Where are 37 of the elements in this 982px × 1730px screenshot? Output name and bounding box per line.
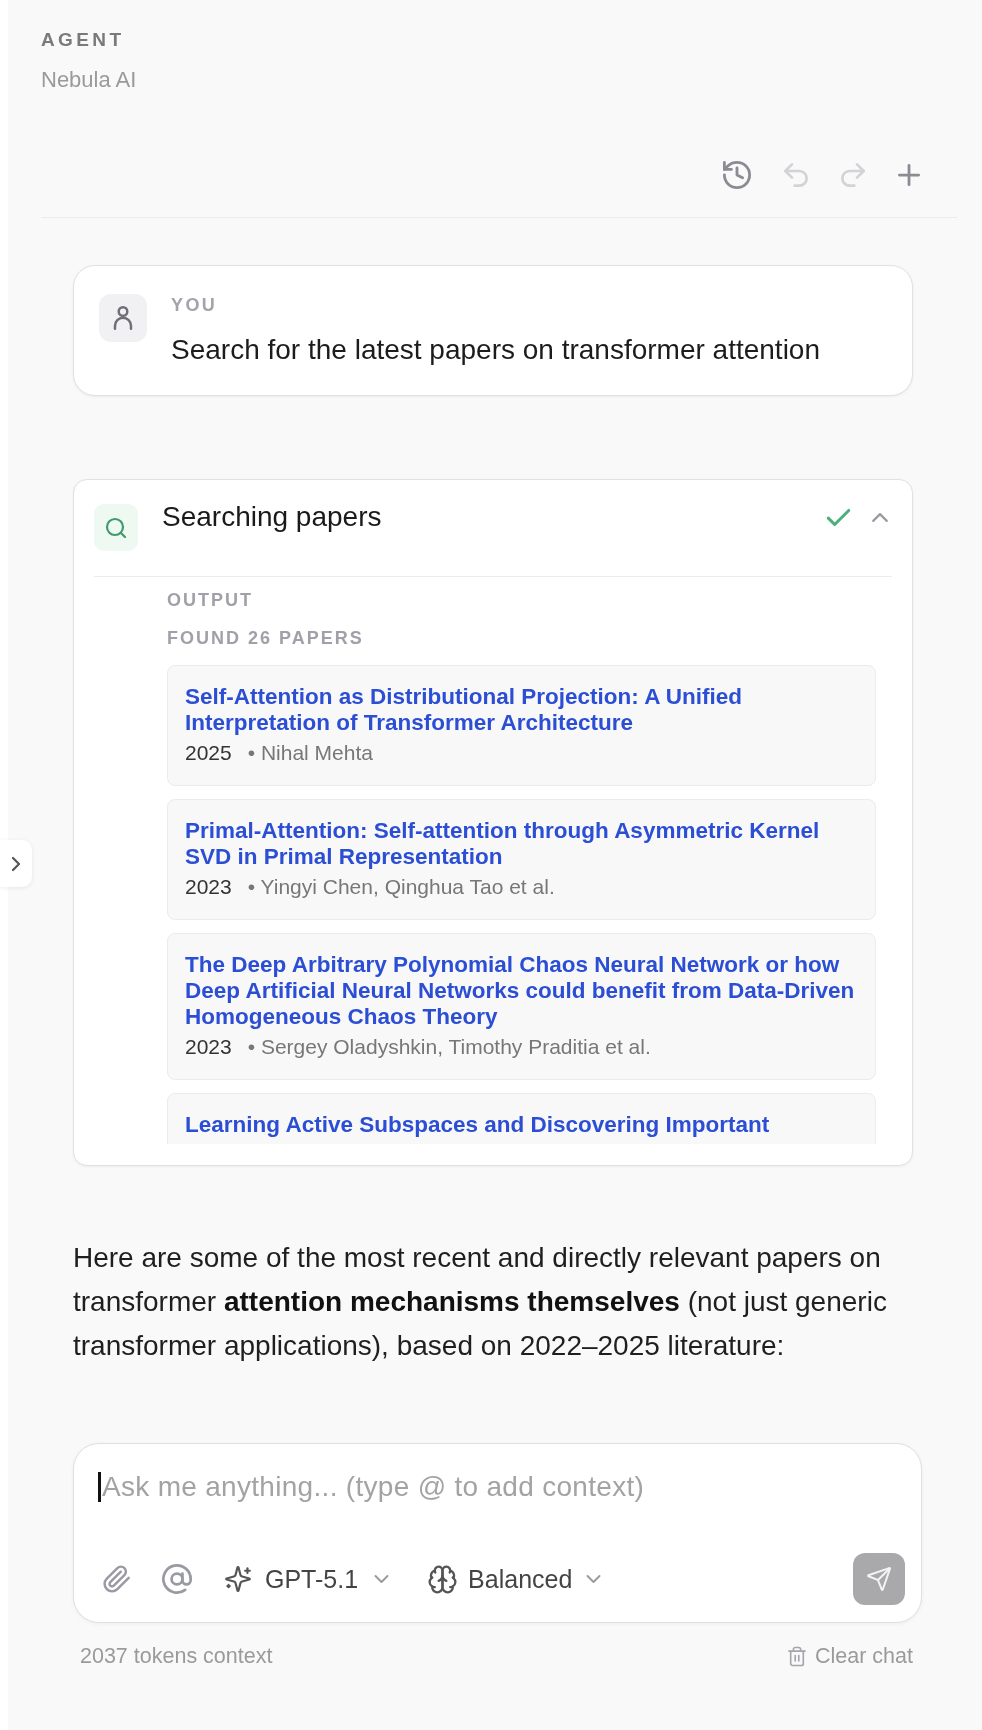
- at-sign-icon[interactable]: [162, 1564, 192, 1594]
- message-input[interactable]: Ask me anything... (type @ to add context): [101, 1470, 905, 1504]
- assistant-message-text: Here are some of the most recent and directly relevant papers on transformer attention mechanisms themselves (not just generic transformer applications), based on 2022–2025 literature:: [73, 1241, 888, 1363]
- paper-year: 2023: [185, 1034, 232, 1059]
- brain-icon: [429, 1565, 457, 1593]
- sender-label: YOU: [171, 294, 218, 316]
- paper-title-link[interactable]: Learning Active Subspaces and Discovering Important: [185, 1111, 865, 1139]
- trash-icon: [788, 1645, 806, 1667]
- chevron-down-icon: [586, 1575, 602, 1583]
- search-icon: [94, 504, 138, 551]
- plus-icon[interactable]: [898, 164, 920, 186]
- user-avatar-icon: [99, 294, 147, 342]
- paper-title-link[interactable]: The Deep Arbitrary Polynomial Chaos Neural Network or how Deep Artificial Neural Networks could benefit from Data-Driven Homogeneous Chaos Theory: [185, 951, 865, 1031]
- output-label: OUTPUT: [167, 589, 253, 611]
- send-icon: [867, 1567, 891, 1591]
- chevron-down-icon: [374, 1575, 390, 1583]
- paper-title-link[interactable]: Primal-Attention: Self-attention through Asymmetric Kernel SVD in Primal Representation: [185, 817, 865, 871]
- paperclip-icon[interactable]: [104, 1566, 130, 1592]
- user-message-text: Search for the latest papers on transformer attention: [171, 333, 821, 367]
- tool-call-title: Searching papers: [162, 501, 383, 533]
- history-icon[interactable]: [723, 161, 751, 189]
- paper-authors: • Sergey Oladyshkin, Timothy Praditia et al.: [247, 1034, 651, 1059]
- paper-title-link[interactable]: Self-Attention as Distributional Projection: A Unified Interpretation of Transformer Architecture: [185, 684, 865, 737]
- model-selector[interactable]: GPT-5.1: [225, 1564, 390, 1594]
- sidebar-toggle-button[interactable]: [0, 840, 32, 887]
- paper-authors: • Yingyi Chen, Qinghua Tao et al.: [247, 874, 555, 899]
- chevron-right-icon: [12, 856, 20, 871]
- agent-name: Nebula AI: [41, 67, 137, 93]
- panel-label: AGENT: [41, 28, 125, 52]
- paper-year: 2023: [185, 874, 232, 899]
- result-count-label: FOUND 26 PAPERS: [167, 627, 364, 649]
- paper-authors: • Nihal Mehta: [247, 740, 373, 765]
- sparkles-icon: [225, 1566, 251, 1592]
- paper-year: 2025: [185, 740, 232, 765]
- chevron-up-icon[interactable]: [872, 512, 888, 522]
- token-count-text: 2037 tokens context: [80, 1644, 273, 1668]
- mode-selector[interactable]: Balanced: [429, 1564, 602, 1594]
